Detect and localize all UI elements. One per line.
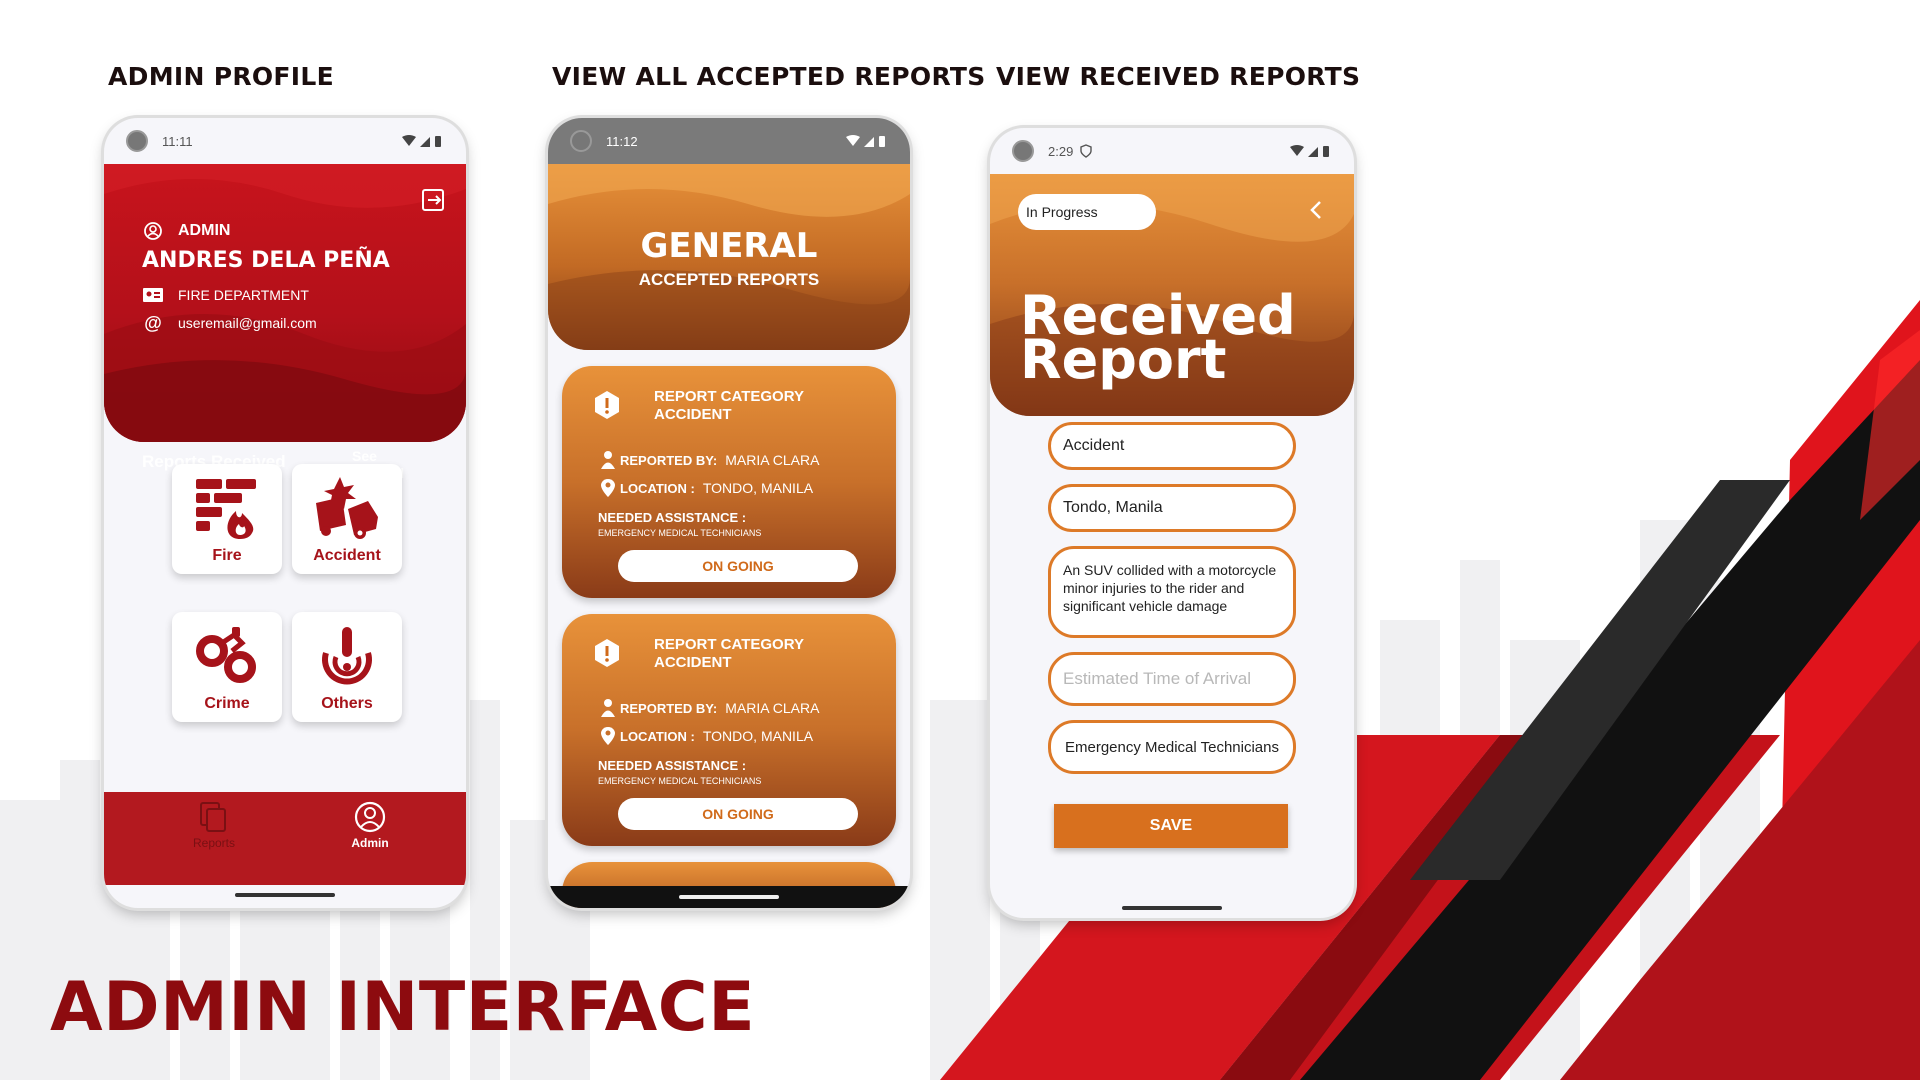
status-bar: 11:12: [548, 118, 910, 164]
home-indicator: [1122, 906, 1222, 910]
location-value: TONDO, MANILA: [702, 480, 814, 496]
needed-assistance-value: EMERGENCY MEDICAL TECHNICIANS: [598, 776, 762, 786]
reports-icon: [200, 802, 226, 832]
location-pin-icon: [601, 479, 615, 497]
report-card[interactable]: REPORT CATEGORY ACCIDENT REPORTED BY: MA…: [562, 614, 896, 846]
department-label: FIRE DEPARTMENT: [178, 287, 309, 303]
category-fire[interactable]: Fire: [172, 464, 282, 574]
logout-icon[interactable]: [420, 186, 448, 214]
category-heading: REPORT CATEGORY: [654, 636, 805, 653]
location-value: TONDO, MANILA: [702, 728, 814, 744]
category-label: Crime: [204, 695, 250, 712]
department-row: FIRE DEPARTMENT: [142, 284, 309, 306]
bottom-navigation: Reports Admin: [104, 792, 466, 885]
admin-name: ANDRES DELA PEÑA: [142, 248, 390, 273]
location-label: LOCATION :: [620, 480, 695, 496]
report-category: REPORT CATEGORY ACCIDENT: [654, 636, 804, 672]
nav-admin-label: Admin: [351, 836, 389, 850]
person-icon: [601, 451, 615, 469]
reported-by-label: REPORTED BY:: [620, 452, 718, 468]
shield-icon: [1080, 144, 1093, 158]
phone-accepted-reports: 11:12 GENERAL ACCEPTED REPORTS REPORT CA…: [548, 118, 910, 908]
nav-reports[interactable]: Reports: [174, 800, 254, 850]
admin-profile-title: ADMIN PROFILE: [108, 62, 335, 91]
reported-by-label: REPORTED BY:: [620, 700, 718, 716]
header-subtitle: ACCEPTED REPORTS: [638, 270, 820, 289]
save-button[interactable]: SAVE: [1054, 804, 1288, 848]
role-label: ADMIN: [178, 222, 231, 239]
reported-by-row: REPORTED BY: MARIA CLARA: [600, 450, 819, 470]
category-accident[interactable]: Accident: [292, 464, 402, 574]
category-label: Others: [321, 695, 373, 712]
assistance-field[interactable]: Emergency Medical Technicians: [1048, 720, 1296, 774]
status-bar: 2:29: [990, 128, 1354, 174]
status-bar: 11:11: [104, 118, 466, 164]
fire-wall-icon: [196, 479, 256, 539]
id-card-icon: [142, 284, 164, 306]
home-indicator: [679, 895, 779, 899]
category-crime[interactable]: Crime: [172, 612, 282, 722]
role-row: ADMIN: [142, 220, 230, 242]
status-button[interactable]: ON GOING: [618, 550, 858, 582]
received-report-header: In Progress Received Report: [990, 174, 1354, 416]
location-row: LOCATION : TONDO, MANILA: [600, 478, 813, 498]
phone-admin-profile: 11:11 ADMIN ANDRES DELA PEÑA FIRE DEPART…: [104, 118, 466, 908]
alert-icon: [595, 391, 619, 419]
chevron-left-icon[interactable]: [1306, 198, 1326, 222]
page-title: Received Report: [1020, 289, 1296, 387]
person-icon: [601, 699, 615, 717]
email-row: @ useremail@gmail.com: [142, 312, 317, 334]
status-button[interactable]: ON GOING: [618, 798, 858, 830]
received-reports-title: VIEW RECEIVED REPORTS: [996, 62, 1361, 91]
needed-assistance-value: EMERGENCY MEDICAL TECHNICIANS: [598, 528, 762, 538]
location-label: LOCATION :: [620, 728, 695, 744]
at-sign-icon: @: [144, 312, 162, 333]
reported-by-value: MARIA CLARA: [725, 700, 820, 716]
signal-battery-icon: [844, 134, 888, 148]
category-others[interactable]: Others: [292, 612, 402, 722]
status-time: 2:29: [1048, 143, 1074, 159]
car-crash-icon: [316, 477, 378, 539]
phone-received-report: 2:29 In Progress Received Report Acciden…: [990, 128, 1354, 918]
admin-user-icon: [354, 801, 386, 833]
description-field[interactable]: An SUV collided with a motorcycle minor …: [1048, 546, 1296, 638]
admin-interface-title: ADMIN INTERFACE: [50, 968, 756, 1047]
profile-header: ADMIN ANDRES DELA PEÑA FIRE DEPARTMENT @…: [104, 164, 466, 442]
status-dropdown[interactable]: In Progress: [1018, 194, 1156, 230]
location-row: LOCATION : TONDO, MANILA: [600, 726, 813, 746]
email-label: useremail@gmail.com: [178, 315, 317, 331]
home-indicator: [235, 893, 335, 897]
needed-assistance-label: NEEDED ASSISTANCE :: [598, 510, 747, 525]
status-time: 11:12: [606, 133, 638, 149]
camera-icon: [1012, 140, 1034, 162]
category-field[interactable]: Accident: [1048, 422, 1296, 470]
reported-by-row: REPORTED BY: MARIA CLARA: [600, 698, 819, 718]
alert-signal-icon: [322, 627, 372, 685]
signal-battery-icon: [400, 134, 444, 148]
category-value: ACCIDENT: [654, 654, 732, 671]
alert-icon: [595, 639, 619, 667]
category-label: Fire: [212, 547, 242, 564]
report-category: REPORT CATEGORY ACCIDENT: [654, 388, 804, 424]
location-pin-icon: [601, 727, 615, 745]
reported-by-value: MARIA CLARA: [725, 452, 820, 468]
location-field[interactable]: Tondo, Manila: [1048, 484, 1296, 532]
category-heading: REPORT CATEGORY: [654, 388, 805, 405]
accepted-reports-title: VIEW ALL ACCEPTED REPORTS: [552, 62, 986, 91]
needed-assistance-label: NEEDED ASSISTANCE :: [598, 758, 747, 773]
eta-field[interactable]: Estimated Time of Arrival: [1048, 652, 1296, 706]
category-value: ACCIDENT: [654, 406, 732, 423]
general-header: GENERAL ACCEPTED REPORTS: [548, 164, 910, 350]
nav-reports-label: Reports: [192, 836, 236, 850]
status-time: 11:11: [162, 133, 193, 149]
header-title: GENERAL: [640, 226, 818, 266]
user-circle-icon: [142, 220, 164, 242]
signal-battery-icon: [1288, 144, 1332, 158]
handcuffs-icon: [196, 627, 256, 683]
nav-admin[interactable]: Admin: [330, 800, 410, 850]
category-label: Accident: [313, 547, 381, 564]
camera-icon: [570, 130, 592, 152]
camera-icon: [126, 130, 148, 152]
report-card[interactable]: REPORT CATEGORY ACCIDENT REPORTED BY: MA…: [562, 366, 896, 598]
